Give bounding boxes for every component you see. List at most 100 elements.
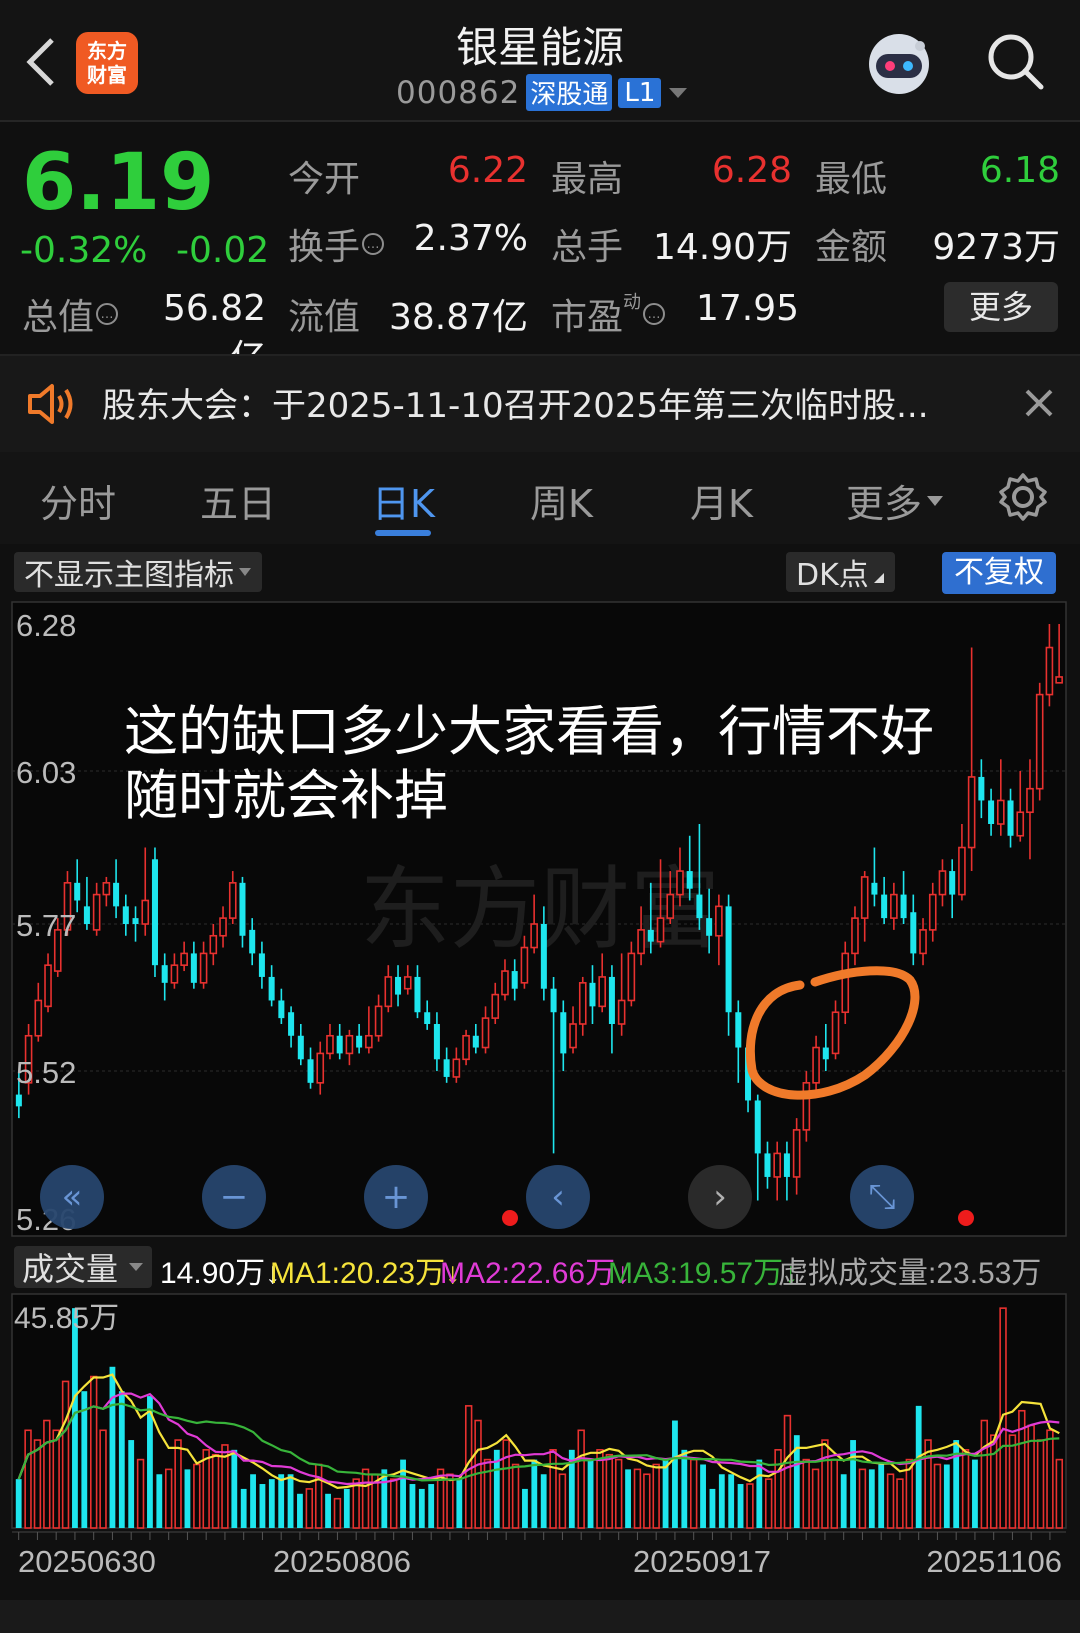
top-bar: 东方 财富 银星能源 000862 深股通 L1 bbox=[0, 0, 1080, 120]
candle-body bbox=[910, 912, 917, 954]
notice-text[interactable]: 股东大会：于2025-11-10召开2025年第三次临时股... bbox=[102, 378, 929, 427]
volume-bar bbox=[821, 1439, 829, 1529]
active-tab-indicator bbox=[375, 530, 431, 536]
volume-bar bbox=[361, 1468, 370, 1529]
x-tick-label: 20251106 bbox=[926, 1544, 1062, 1572]
volume-label: 总手 bbox=[551, 227, 624, 268]
notice-bar[interactable]: 股东大会：于2025-11-10召开2025年第三次临时股... bbox=[0, 354, 1080, 454]
candle-body bbox=[424, 1012, 431, 1024]
tab-more[interactable]: 更多 bbox=[846, 473, 944, 528]
volume-bar bbox=[625, 1469, 631, 1528]
volume-bar bbox=[672, 1420, 678, 1528]
zoom-in-button[interactable]: + bbox=[364, 1165, 428, 1229]
candle-body bbox=[491, 993, 500, 1019]
candle-body bbox=[919, 929, 927, 955]
volume-bar bbox=[709, 1488, 716, 1528]
open-value: 6.22 bbox=[447, 150, 528, 191]
volume-select[interactable]: 成交量 bbox=[14, 1246, 153, 1288]
volume-select-label: 成交量 bbox=[22, 1250, 119, 1288]
volume-bar bbox=[858, 1468, 867, 1529]
volume-chart[interactable]: 45.85万 20250630 20250806 20250917 20251106 bbox=[0, 1292, 1080, 1572]
volume-bar bbox=[811, 1468, 820, 1529]
candle-body bbox=[122, 906, 129, 924]
candle-body bbox=[530, 923, 538, 949]
candle-body bbox=[316, 1052, 325, 1084]
candle-body bbox=[92, 893, 101, 931]
caret-down-icon bbox=[669, 87, 688, 98]
volume-bar bbox=[314, 1463, 323, 1529]
y-tick-label: 6.28 bbox=[16, 608, 76, 643]
dk-button[interactable]: DK点 bbox=[786, 552, 895, 593]
volume-bar bbox=[633, 1468, 642, 1529]
tab-more-label: 更多 bbox=[846, 482, 923, 526]
volume-bar bbox=[783, 1414, 792, 1529]
rewind-button[interactable]: « bbox=[40, 1165, 104, 1229]
corner-caret-icon bbox=[873, 573, 884, 583]
bottom-bar bbox=[0, 1600, 1080, 1633]
amount-value: 9273万 bbox=[932, 227, 1060, 268]
adjust-button[interactable]: 不复权 bbox=[942, 552, 1056, 594]
x-tick-label: 20250630 bbox=[18, 1544, 156, 1572]
volume-bar bbox=[118, 1391, 125, 1528]
volume-bar bbox=[297, 1493, 303, 1528]
marker-dot bbox=[958, 1210, 974, 1226]
indicator-select[interactable]: 不显示主图指标 bbox=[14, 552, 262, 593]
tab-intraday[interactable]: 分时 bbox=[40, 473, 116, 528]
more-button[interactable]: 更多 bbox=[944, 282, 1058, 332]
candle-body bbox=[637, 929, 645, 955]
y-tick-label: 5.77 bbox=[16, 908, 76, 943]
tab-five-day[interactable]: 五日 bbox=[200, 473, 276, 528]
change-pct: -0.32% bbox=[20, 230, 148, 271]
info-icon[interactable]: … bbox=[96, 303, 119, 325]
candle-body bbox=[802, 1082, 811, 1131]
volume-bar bbox=[15, 1479, 22, 1528]
candle-body bbox=[949, 871, 956, 895]
candle-body bbox=[890, 893, 898, 919]
candle-body bbox=[773, 1152, 782, 1178]
candle-body bbox=[219, 917, 227, 937]
speaker-icon bbox=[28, 384, 73, 424]
close-icon[interactable] bbox=[1024, 388, 1054, 418]
volume-bar bbox=[231, 1449, 238, 1528]
candlestick-chart[interactable]: 东方财富6.286.035.775.525.26 bbox=[0, 600, 1080, 1240]
tab-daily-k[interactable]: 日K bbox=[372, 473, 435, 528]
volume-bar bbox=[915, 1405, 922, 1528]
tab-monthly-k[interactable]: 月K bbox=[690, 473, 753, 528]
gear-icon[interactable] bbox=[998, 472, 1048, 522]
candle-body bbox=[1035, 693, 1044, 790]
candle-body bbox=[754, 1100, 761, 1154]
info-icon[interactable]: … bbox=[362, 233, 385, 255]
volume-bar bbox=[456, 1479, 463, 1528]
candle-body bbox=[792, 1129, 801, 1178]
search-icon[interactable] bbox=[986, 32, 1046, 92]
stock-code-row[interactable]: 000862 深股通 L1 bbox=[396, 74, 689, 111]
connect-tag: 深股通 bbox=[526, 74, 613, 111]
scroll-left-button[interactable]: ‹ bbox=[526, 1165, 590, 1229]
robot-avatar-icon[interactable] bbox=[862, 26, 936, 100]
pe-label: 市盈 动 … bbox=[551, 288, 666, 340]
candle-body bbox=[1045, 646, 1054, 696]
volume-bar bbox=[961, 1449, 970, 1529]
volume-bar bbox=[211, 1453, 220, 1529]
volume-bar bbox=[774, 1449, 782, 1529]
tab-weekly-k[interactable]: 周K bbox=[530, 473, 593, 528]
candle-body bbox=[472, 1035, 479, 1048]
volume-bar bbox=[1008, 1434, 1017, 1529]
volume-bar bbox=[980, 1419, 989, 1529]
volume-bar bbox=[52, 1429, 60, 1529]
volume-bar bbox=[156, 1474, 163, 1528]
volume-bar bbox=[718, 1474, 725, 1528]
last-price: 6.19 bbox=[22, 138, 215, 228]
volume-bar bbox=[99, 1429, 107, 1529]
scroll-right-button[interactable]: › bbox=[688, 1165, 752, 1229]
candle-body bbox=[996, 799, 1005, 825]
change-value: -0.02 bbox=[176, 230, 270, 271]
low-value: 6.18 bbox=[979, 150, 1060, 191]
volume-bar bbox=[700, 1464, 706, 1528]
info-icon[interactable]: … bbox=[643, 303, 666, 325]
volume-bar bbox=[325, 1493, 331, 1528]
pe-sup: 动 bbox=[623, 292, 642, 313]
zoom-out-button[interactable]: − bbox=[202, 1165, 266, 1229]
fullscreen-button[interactable]: ⤡ bbox=[850, 1165, 914, 1229]
volume-bar bbox=[549, 1449, 557, 1529]
